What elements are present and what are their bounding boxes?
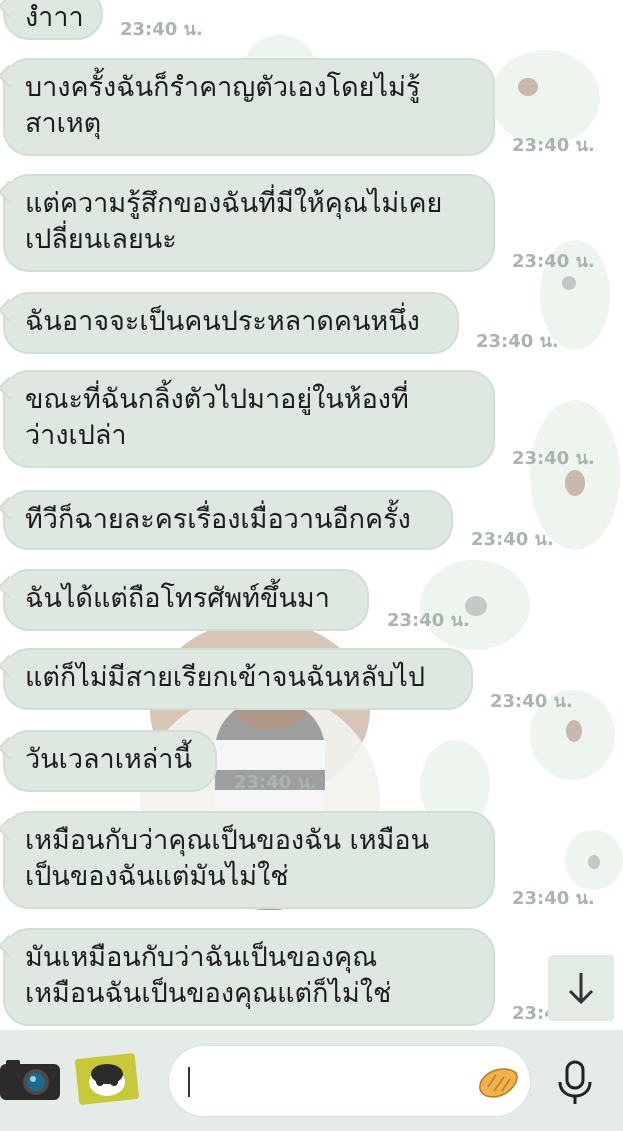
- message-time: 23:40 น.: [512, 135, 595, 156]
- message-bubble[interactable]: งำาา: [3, 0, 103, 40]
- message-bubble[interactable]: แต่ก็ไม่มีสายเรียกเข้าจนฉันหลับไป: [3, 648, 473, 710]
- message-time: 23:40 น.: [512, 448, 595, 469]
- microphone-icon: [558, 1060, 592, 1104]
- emoji-icon: [479, 1068, 518, 1098]
- sticker-icon: [75, 1053, 139, 1105]
- message-text: แต่ความรู้สึกของฉันที่มีให้คุณไม่เคย เปล…: [25, 188, 443, 255]
- message-text: บางครั้งฉันก็รำคาญตัวเองโดยไม่รู้ สาเหตุ: [25, 72, 421, 139]
- message-text: แต่ก็ไม่มีสายเรียกเข้าจนฉันหลับไป: [25, 662, 425, 693]
- message-text: มันเหมือนกับว่าฉันเป็นของคุณ เหมือนฉันเป…: [25, 942, 392, 1009]
- microphone-button[interactable]: [554, 1058, 596, 1108]
- message-input[interactable]: [188, 1067, 466, 1097]
- message-time: 23:40 น.: [387, 610, 470, 631]
- camera-button[interactable]: [0, 1058, 62, 1102]
- message-bubble[interactable]: ขณะที่ฉันกลิ้งตัวไปมาอยู่ในห้องที่ ว่างเ…: [3, 370, 495, 468]
- message-bubble[interactable]: แต่ความรู้สึกของฉันที่มีให้คุณไม่เคย เปล…: [3, 174, 495, 272]
- message-time: 23:40 น.: [512, 888, 595, 909]
- message-bubble[interactable]: ฉันอาจจะเป็นคนประหลาดคนหนึ่ง: [3, 292, 459, 354]
- message-time: 23:40 น.: [476, 331, 559, 352]
- message-text: วันเวลาเหล่านี้: [25, 744, 192, 775]
- message-text: ฉันอาจจะเป็นคนประหลาดคนหนึ่ง: [25, 306, 420, 337]
- message-bubble[interactable]: ทีวีก็ฉายละครเรื่องเมื่อวานอีกครั้ง: [3, 490, 453, 550]
- message-text: เหมือนกับว่าคุณเป็นของฉัน เหมือน เป็นของ…: [25, 825, 430, 892]
- arrow-down-icon: [568, 973, 594, 1005]
- message-time: 23:40 น.: [490, 691, 573, 712]
- message-text: ทีวีก็ฉายละครเรื่องเมื่อวานอีกครั้ง: [25, 504, 411, 535]
- message-bubble[interactable]: ฉันได้แต่ถือโทรศัพท์ขึ้นมา: [3, 569, 369, 631]
- message-time: 23:40 น.: [234, 772, 317, 793]
- scroll-to-bottom-button[interactable]: [548, 955, 614, 1021]
- message-input-bar: [0, 1030, 623, 1131]
- sticker-button[interactable]: [74, 1052, 140, 1106]
- message-bubble[interactable]: บางครั้งฉันก็รำคาญตัวเองโดยไม่รู้ สาเหตุ: [3, 58, 495, 156]
- emoji-button[interactable]: [474, 1059, 522, 1103]
- message-bubble[interactable]: วันเวลาเหล่านี้: [3, 730, 217, 792]
- message-bubble[interactable]: มันเหมือนกับว่าฉันเป็นของคุณ เหมือนฉันเป…: [3, 928, 495, 1026]
- message-input-container[interactable]: [168, 1045, 531, 1117]
- message-text: ฉันได้แต่ถือโทรศัพท์ขึ้นมา: [25, 583, 330, 614]
- camera-icon: [0, 1060, 60, 1100]
- message-text: งำาา: [25, 2, 84, 33]
- message-time: 23:40 น.: [120, 19, 203, 40]
- message-text: ขณะที่ฉันกลิ้งตัวไปมาอยู่ในห้องที่ ว่างเ…: [25, 384, 409, 451]
- message-bubble[interactable]: เหมือนกับว่าคุณเป็นของฉัน เหมือน เป็นของ…: [3, 811, 495, 909]
- message-time: 23:40 น.: [512, 251, 595, 272]
- chat-area[interactable]: งำาา 23:40 น. บางครั้งฉันก็รำคาญตัวเองโด…: [0, 0, 623, 1030]
- message-time: 23:40 น.: [471, 529, 554, 550]
